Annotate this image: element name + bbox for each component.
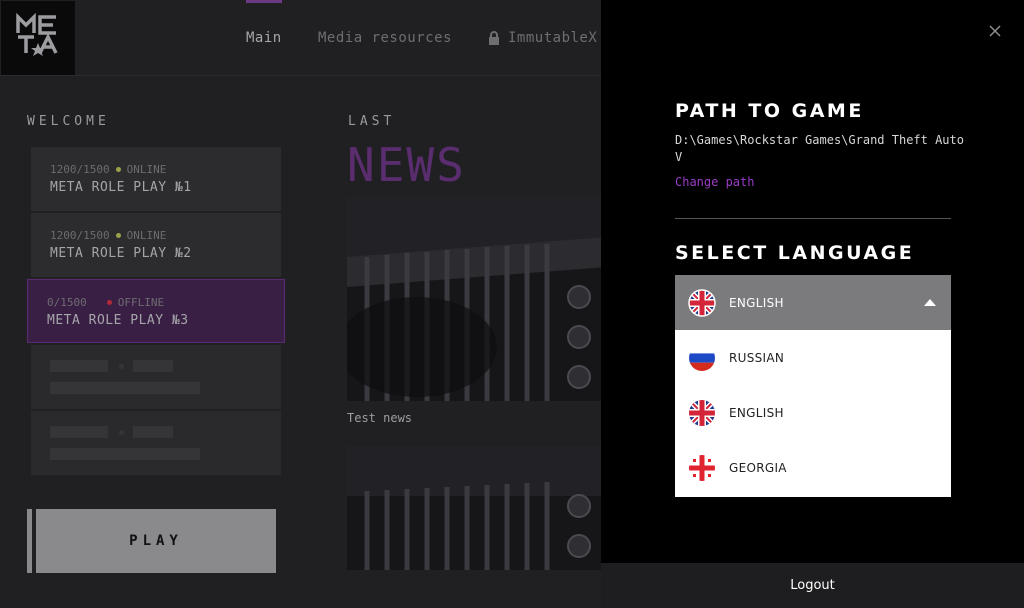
server-card-3[interactable]: 0/1500 OFFLINE META ROLE PLAY №3: [27, 279, 285, 343]
server-card-2[interactable]: 1200/1500 ONLINE META ROLE PLAY №2: [31, 213, 281, 277]
news-image-art: [347, 446, 607, 570]
news-label: LAST: [348, 114, 396, 129]
server-player-count: 0/1500: [47, 296, 87, 309]
status-dot: [115, 233, 121, 238]
nav-active-indicator: [246, 0, 282, 3]
server-status: OFFLINE: [117, 296, 165, 309]
close-icon: [989, 25, 1001, 37]
language-select[interactable]: ENGLISH: [675, 275, 951, 330]
news-image[interactable]: [347, 446, 607, 570]
selected-language: ENGLISH: [729, 295, 784, 310]
game-path-value: D:\Games\Rockstar Games\Grand Theft Auto…: [675, 133, 964, 164]
uk-flag-icon: [689, 399, 715, 426]
welcome-title: WELCOME: [27, 114, 110, 129]
server-name: META ROLE PLAY №3: [47, 313, 189, 328]
chevron-up-icon: [924, 299, 936, 306]
nav-immutablex[interactable]: ImmutableX: [488, 30, 597, 46]
server-card-1[interactable]: 1200/1500 ONLINE META ROLE PLAY №1: [31, 147, 281, 211]
georgia-flag-icon: [689, 454, 715, 481]
news-image-art: [347, 197, 607, 401]
language-option-label: RUSSIAN: [729, 350, 785, 365]
server-meta: 1200/1500 ONLINE: [50, 229, 166, 242]
server-status: ONLINE: [126, 229, 167, 242]
language-dropdown-list: RUSSIAN ENGLISH GEORGIA: [675, 330, 951, 497]
meta-logo-icon: [16, 13, 58, 56]
select-language-title: SELECT LANGUAGE: [675, 242, 915, 264]
server-name: META ROLE PLAY №1: [50, 180, 192, 195]
logout-button[interactable]: Logout: [601, 563, 1024, 608]
server-card-placeholder: [31, 345, 281, 409]
settings-panel: PATH TO GAME D:\Games\Rockstar Games\Gra…: [601, 0, 1024, 608]
nav-immutablex-label: ImmutableX: [508, 30, 598, 46]
news-caption[interactable]: Test news: [347, 411, 412, 425]
language-option-georgia[interactable]: GEORGIA: [675, 440, 951, 495]
news-title: NEWS: [347, 138, 466, 192]
server-card-placeholder: [31, 411, 281, 475]
nav-media-resources[interactable]: Media resources: [318, 30, 452, 46]
nav-main[interactable]: Main: [246, 30, 282, 46]
play-button-edge: [27, 509, 32, 573]
play-button[interactable]: PLAY: [36, 509, 276, 573]
server-player-count: 1200/1500: [50, 229, 110, 242]
server-name: META ROLE PLAY №2: [50, 246, 192, 261]
news-image[interactable]: [347, 197, 607, 401]
status-dot: [106, 300, 112, 305]
language-option-label: ENGLISH: [729, 405, 784, 420]
meta-logo[interactable]: [1, 1, 75, 75]
server-meta: 0/1500 OFFLINE: [47, 296, 164, 309]
status-dot: [115, 167, 121, 172]
uk-flag-icon: [688, 288, 716, 317]
russia-flag-icon: [689, 344, 715, 371]
server-status: ONLINE: [126, 163, 167, 176]
language-option-russian[interactable]: RUSSIAN: [675, 330, 951, 385]
server-meta: 1200/1500 ONLINE: [50, 163, 166, 176]
path-to-game-title: PATH TO GAME: [675, 100, 864, 122]
language-option-english[interactable]: ENGLISH: [675, 385, 951, 440]
divider: [675, 218, 951, 219]
server-player-count: 1200/1500: [50, 163, 110, 176]
lock-icon: [489, 31, 499, 45]
close-button[interactable]: [986, 22, 1004, 40]
language-option-label: GEORGIA: [729, 460, 787, 475]
change-path-link[interactable]: Change path: [675, 175, 754, 189]
